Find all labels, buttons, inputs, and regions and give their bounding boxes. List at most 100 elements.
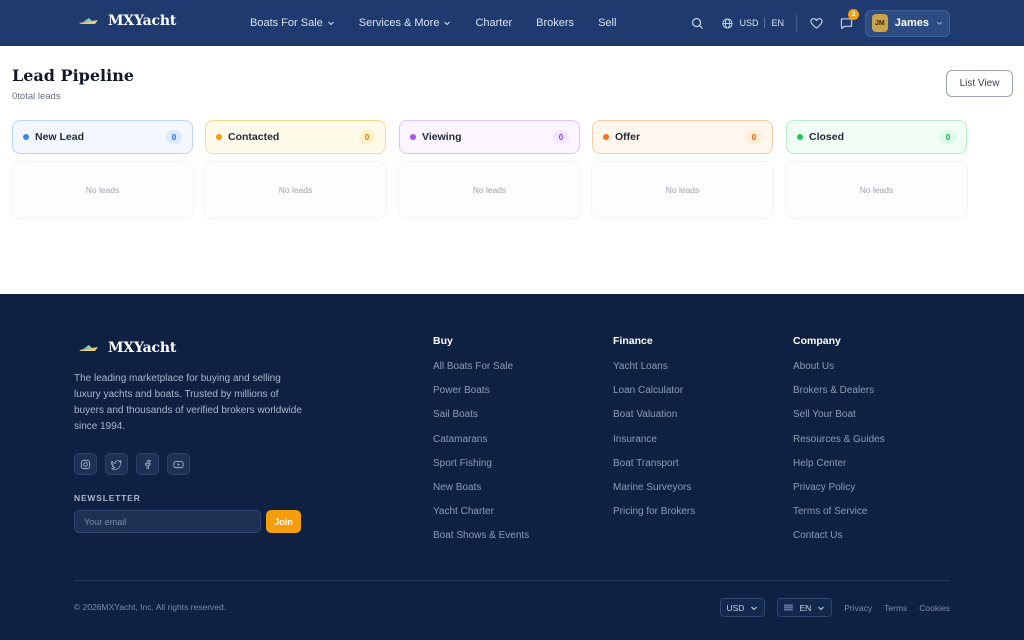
page-title: Lead Pipeline <box>12 66 134 85</box>
column-header[interactable]: Offer 0 <box>592 120 773 154</box>
status-dot <box>410 134 416 140</box>
newsletter-label: NEWSLETTER <box>74 493 141 503</box>
divider <box>74 580 950 581</box>
globe-icon <box>722 17 734 29</box>
count-badge: 0 <box>940 130 956 144</box>
column-header[interactable]: Closed 0 <box>786 120 967 154</box>
column-title: Closed <box>797 131 844 143</box>
column-dropzone: No leads <box>205 162 386 218</box>
nav-services-more[interactable]: Services & More <box>359 17 452 29</box>
footer-bottom-controls: USD EN Privacy Terms Cookies <box>719 598 950 617</box>
column-title: Contacted <box>216 131 279 143</box>
footer-column-title: Buy <box>433 335 453 347</box>
footer-link[interactable]: Resources & Guides <box>793 434 885 458</box>
pipeline-column-contacted: Contacted 0 No leads <box>205 120 386 218</box>
footer-link[interactable]: Boat Valuation <box>613 409 695 433</box>
nav-label: Brokers <box>536 17 575 29</box>
footer-link[interactable]: Catamarans <box>433 434 529 458</box>
heart-icon[interactable] <box>809 16 823 30</box>
nav-label: Sell <box>598 17 617 29</box>
youtube-icon[interactable] <box>167 453 190 475</box>
column-label: New Lead <box>35 131 85 143</box>
user-name: James <box>894 17 929 29</box>
user-menu-button[interactable]: JM James <box>865 9 950 37</box>
list-view-button[interactable]: List View <box>946 70 1013 97</box>
pipeline-column-new-lead: New Lead 0 No leads <box>12 120 193 218</box>
footer-column-company: Company About Us Brokers & Dealers Sell … <box>793 335 885 555</box>
flag-icon <box>784 604 794 611</box>
footer-link[interactable]: Power Boats <box>433 385 529 409</box>
nav-brokers[interactable]: Brokers <box>536 17 574 29</box>
nav-charter[interactable]: Charter <box>475 17 512 29</box>
cookies-link[interactable]: Cookies <box>919 603 950 613</box>
column-title: New Lead <box>23 131 84 143</box>
footer-link[interactable]: Pricing for Brokers <box>613 506 695 530</box>
lead-count: 0total leads <box>12 91 61 102</box>
chevron-down-icon <box>937 21 942 25</box>
main-content: Lead Pipeline 0total leads List View New… <box>0 46 1024 294</box>
pipeline-column-closed: Closed 0 No leads <box>786 120 967 218</box>
footer-link[interactable]: Sell Your Boat <box>793 409 885 433</box>
main-nav: Boats For Sale Services & More Charter B… <box>250 0 640 46</box>
top-navbar: MXYacht Boats For Sale Services & More C… <box>0 0 1024 46</box>
column-label: Closed <box>809 131 845 143</box>
newsletter-join-button[interactable]: Join <box>266 510 301 533</box>
column-title: Viewing <box>410 131 461 143</box>
count-badge: 0 <box>553 130 569 144</box>
terms-link[interactable]: Terms <box>884 603 907 613</box>
footer-link[interactable]: Brokers & Dealers <box>793 385 885 409</box>
column-dropzone: No leads <box>12 162 193 218</box>
nav-label: Boats For Sale <box>250 17 323 29</box>
status-dot <box>23 134 29 140</box>
column-label: Viewing <box>422 131 462 143</box>
locale-switcher[interactable]: USD EN <box>722 17 784 29</box>
instagram-icon[interactable] <box>74 453 97 475</box>
nav-sell[interactable]: Sell <box>598 17 616 29</box>
facebook-icon[interactable] <box>136 453 159 475</box>
currency-label: USD <box>739 18 759 28</box>
footer-link[interactable]: Marine Surveyors <box>613 482 695 506</box>
currency-select[interactable]: USD <box>719 598 766 617</box>
privacy-link[interactable]: Privacy <box>844 603 872 613</box>
yacht-logo-icon <box>79 18 98 24</box>
column-header[interactable]: New Lead 0 <box>12 120 193 154</box>
column-header[interactable]: Contacted 0 <box>205 120 386 154</box>
column-label: Offer <box>615 131 641 143</box>
footer-link[interactable]: Insurance <box>613 434 695 458</box>
social-links <box>74 453 190 475</box>
footer-link[interactable]: Sail Boats <box>433 409 529 433</box>
footer-link[interactable]: New Boats <box>433 482 529 506</box>
column-header[interactable]: Viewing 0 <box>399 120 580 154</box>
brand-logo[interactable]: MXYacht <box>78 13 176 29</box>
currency-select-value: USD <box>726 602 745 613</box>
chevron-down-icon <box>327 21 334 26</box>
footer-link[interactable]: Boat Shows & Events <box>433 530 529 554</box>
footer-link[interactable]: Yacht Charter <box>433 506 529 530</box>
language-select[interactable]: EN <box>777 598 833 617</box>
avatar: JM <box>872 14 888 32</box>
nav-boats-for-sale[interactable]: Boats For Sale <box>250 17 335 29</box>
footer-link[interactable]: Sport Fishing <box>433 458 529 482</box>
newsletter-email-input[interactable] <box>74 510 261 533</box>
footer-brand-logo[interactable]: MXYacht <box>78 340 176 356</box>
messages-button[interactable]: 3 <box>839 9 859 30</box>
search-icon[interactable] <box>690 16 704 30</box>
footer-link[interactable]: All Boats For Sale <box>433 361 529 385</box>
footer-link[interactable]: Yacht Loans <box>613 361 695 385</box>
footer-link[interactable]: About Us <box>793 361 885 385</box>
language-label: EN <box>771 18 784 28</box>
chevron-down-icon <box>818 606 825 610</box>
footer-link[interactable]: Boat Transport <box>613 458 695 482</box>
column-dropzone: No leads <box>592 162 773 218</box>
divider <box>764 18 766 28</box>
column-title: Offer <box>603 131 640 143</box>
footer-link[interactable]: Privacy Policy <box>793 482 885 506</box>
footer-link[interactable]: Help Center <box>793 458 885 482</box>
footer-link[interactable]: Terms of Service <box>793 506 885 530</box>
footer-link[interactable]: Loan Calculator <box>613 385 695 409</box>
twitter-icon[interactable] <box>105 453 128 475</box>
footer-link[interactable]: Contact Us <box>793 530 885 554</box>
pipeline-column-viewing: Viewing 0 No leads <box>399 120 580 218</box>
column-label: Contacted <box>228 131 280 143</box>
footer-description: The leading marketplace for buying and s… <box>74 373 302 432</box>
